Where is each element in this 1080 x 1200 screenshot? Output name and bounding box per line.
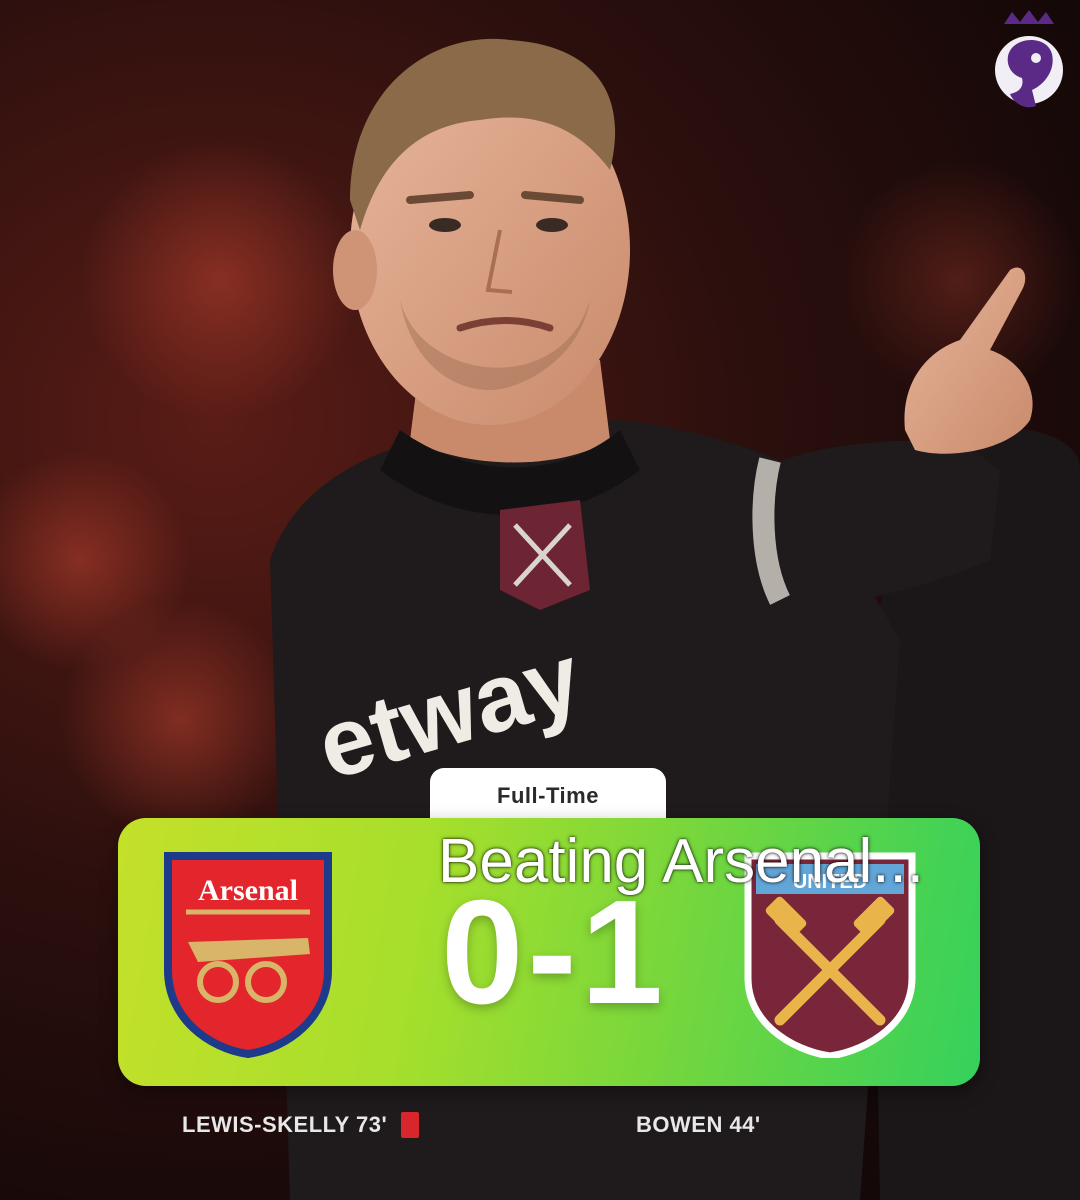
- arsenal-crest-icon: Arsenal: [164, 852, 332, 1058]
- home-scorers: LEWIS-SKELLY 73': [182, 1108, 420, 1142]
- away-scorers: BOWEN 44': [636, 1108, 761, 1142]
- full-time-label: Full-Time: [430, 768, 666, 824]
- match-graphic: etway Full-Time Arsenal 0-1 UNITED Beati…: [0, 0, 1080, 1200]
- premier-league-logo-icon: [995, 10, 1063, 108]
- home-scorer-text: LEWIS-SKELLY 73': [182, 1112, 388, 1137]
- red-card-icon: [401, 1112, 420, 1138]
- away-scorer-text: BOWEN 44': [636, 1112, 761, 1137]
- overlay-caption: Beating Arsenal...: [438, 827, 924, 896]
- arsenal-crest-text: Arsenal: [198, 874, 298, 907]
